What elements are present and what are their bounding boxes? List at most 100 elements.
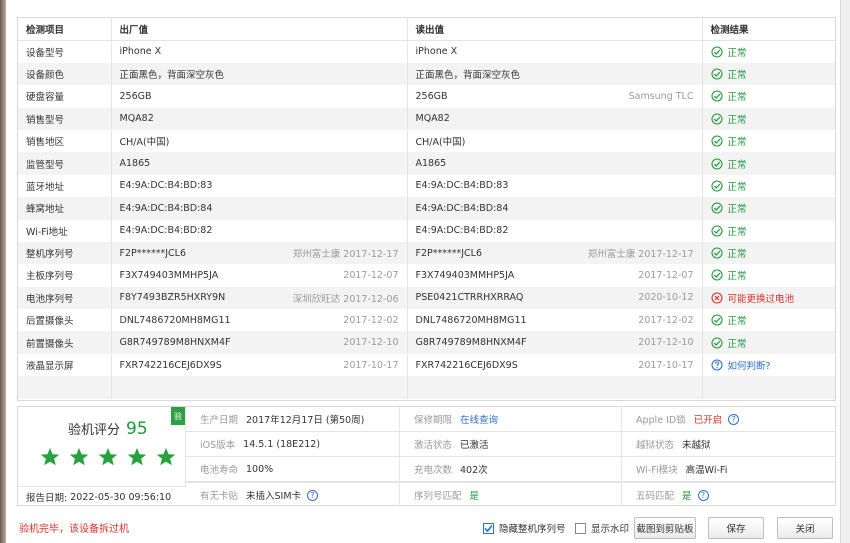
check-circle-icon	[710, 269, 723, 282]
row-read: FXR742216CEJ6DX9S 2017-10-17	[407, 353, 703, 377]
result-text: 正常	[727, 159, 747, 171]
row-result: 正常	[702, 241, 835, 265]
row-item: Wi-Fi地址	[18, 219, 112, 242]
row-item: 设备型号	[18, 40, 112, 63]
read-note: 2017-10-17	[638, 359, 694, 371]
check-circle-icon	[710, 90, 723, 102]
result-text: 正常	[727, 204, 747, 216]
score-stars	[40, 447, 176, 470]
row-item: 销售型号	[18, 107, 112, 130]
row-factory: A1865	[111, 152, 408, 175]
info-key: 保修期限	[414, 415, 453, 426]
factory-value: CH/A(中国)	[119, 137, 170, 149]
read-value: PSE0421CTRRHXRRAQ	[415, 292, 524, 304]
row-item: 蜂窝地址	[18, 197, 112, 220]
read-value: A1865	[415, 158, 447, 170]
read-value: FXR742216CEJ6DX9S	[415, 359, 518, 371]
row-item-label: 销售型号	[26, 114, 65, 126]
row-item-label: 设备颜色	[26, 69, 65, 81]
close-button[interactable]: 关闭	[777, 517, 833, 539]
table-row: 后置摄像头 DNL7486720MH8MG11 2017-12-02 DNL74867…	[18, 309, 835, 332]
row-result: 正常	[702, 264, 835, 286]
read-value: 256GB	[415, 90, 448, 102]
table-row: Wi-Fi地址 E4:9A:DC:B4:BD:82 E4:9A:DC:B4:BD:8…	[18, 219, 835, 242]
row-read: E4:9A:DC:B4:BD:83	[407, 174, 703, 198]
result-message: 验机完毕，该设备拆过机	[19, 524, 129, 535]
info-value: 100%	[246, 463, 274, 475]
factory-note: 2017-12-10	[343, 337, 399, 349]
read-value: F3X749403MMHP5JA	[415, 269, 515, 281]
info-cell[interactable]: 保修期限 在线查询	[400, 407, 622, 431]
info-key: Wi-Fi模块	[636, 465, 678, 476]
read-note: 2017-12-02	[638, 314, 694, 326]
read-value: MQA82	[415, 113, 450, 125]
row-result: 正常	[702, 197, 835, 220]
check-circle-icon	[710, 314, 723, 326]
row-result: 正常	[702, 40, 835, 62]
score-label: 验机评分	[68, 423, 121, 438]
check-table-panel: 检测项目 出厂值 读出值 检测结果 设备型号 iPhone X iPhone X 正常…	[17, 17, 836, 401]
check-circle-icon	[710, 157, 723, 170]
row-read: E4:9A:DC:B4:BD:84	[407, 197, 703, 220]
info-cell: Wi-Fi模块 高温Wi-Fi	[622, 457, 836, 481]
result-text: 正常	[727, 338, 747, 350]
table-row: 液晶显示屏 FXR742216CEJ6DX9S 2017-10-17 FXR74221…	[18, 353, 835, 377]
result-text: 正常	[727, 181, 747, 193]
checkbox-unchecked-icon[interactable]	[575, 522, 586, 534]
read-value: E4:9A:DC:B4:BD:82	[415, 225, 509, 237]
info-cell: 充电次数 402次	[400, 457, 622, 481]
factory-value: F8Y7493BZR5HXRY9N	[119, 292, 226, 304]
star-icon	[156, 447, 176, 470]
table-row: 前置摄像头 G8R749789M8HNXM4F 2017-12-10 G8R74978…	[18, 331, 835, 354]
copy-screenshot-button[interactable]: 截图到剪贴板	[634, 517, 696, 539]
factory-value: E4:9A:DC:B4:BD:84	[119, 202, 213, 214]
info-value[interactable]: 在线查询	[460, 412, 498, 426]
table-row: 蓝牙地址 E4:9A:DC:B4:BD:83 E4:9A:DC:B4:BD:83 正常	[18, 174, 835, 198]
header-factory: 出厂值	[111, 18, 408, 41]
factory-value: G8R749789M8HNXM4F	[119, 337, 231, 349]
row-item: 后置摄像头	[18, 309, 112, 332]
check-circle-icon	[710, 247, 723, 259]
factory-value: FXR742216CEJ6DX9S	[119, 359, 222, 371]
result-text: 正常	[727, 249, 747, 261]
help-icon[interactable]: ?	[697, 489, 709, 501]
info-key: Apple ID锁	[636, 415, 686, 426]
score-box: 验 验机评分 95	[18, 407, 186, 487]
row-item-label: 蓝牙地址	[26, 181, 65, 193]
check-circle-icon	[710, 337, 723, 349]
check-circle-icon	[710, 135, 723, 147]
row-factory: MQA82	[111, 107, 408, 130]
factory-note: 2017-12-02	[343, 314, 399, 326]
info-key: 电池寿命	[200, 465, 239, 476]
info-value: 2017年12月17日 (第50周)	[246, 415, 365, 426]
result-text: 正常	[727, 69, 747, 81]
header-result: 检测结果	[702, 18, 835, 41]
info-row: 有无卡贴 未插入SIM卡? 序列号匹配是五码匹配是?	[186, 482, 836, 507]
checkbox-checked-icon[interactable]	[483, 522, 494, 534]
row-factory: G8R749789M8HNXM4F 2017-12-10	[111, 331, 408, 354]
read-note: 郑州富士康 2017-12-17	[587, 249, 694, 261]
help-icon[interactable]: ?	[307, 489, 319, 501]
row-result[interactable]: 如何判断?	[702, 354, 835, 376]
save-button[interactable]: 保存	[708, 517, 764, 539]
watermark-checkbox[interactable]: 显示水印	[575, 521, 629, 535]
row-factory: FXR742216CEJ6DX9S 2017-10-17	[111, 353, 408, 377]
check-circle-icon	[710, 113, 723, 125]
row-result: 正常	[702, 62, 835, 86]
check-circle-icon	[710, 68, 723, 80]
row-read: E4:9A:DC:B4:BD:82	[407, 219, 703, 242]
result-text[interactable]: 如何判断?	[728, 358, 771, 372]
row-result: 可能更换过电池	[702, 286, 835, 310]
table-row: 蜂窝地址 E4:9A:DC:B4:BD:84 E4:9A:DC:B4:BD:84 正常	[18, 197, 835, 220]
help-icon[interactable]: ?	[728, 413, 740, 425]
row-item: 液晶显示屏	[18, 353, 112, 377]
factory-value: MQA82	[119, 113, 154, 125]
table-row: 销售型号 MQA82 MQA82 正常	[18, 107, 835, 130]
row-result: 正常	[702, 130, 835, 152]
verified-badge: 验	[171, 407, 185, 425]
row-factory: DNL7486720MH8MG11 2017-12-02	[111, 309, 408, 332]
row-item-label: 液晶显示屏	[26, 361, 74, 373]
table-header-row: 检测项目 出厂值 读出值 检测结果	[18, 18, 835, 41]
hide-serial-checkbox[interactable]: 隐藏整机序列号	[483, 521, 566, 535]
row-factory: E4:9A:DC:B4:BD:82	[111, 219, 408, 242]
